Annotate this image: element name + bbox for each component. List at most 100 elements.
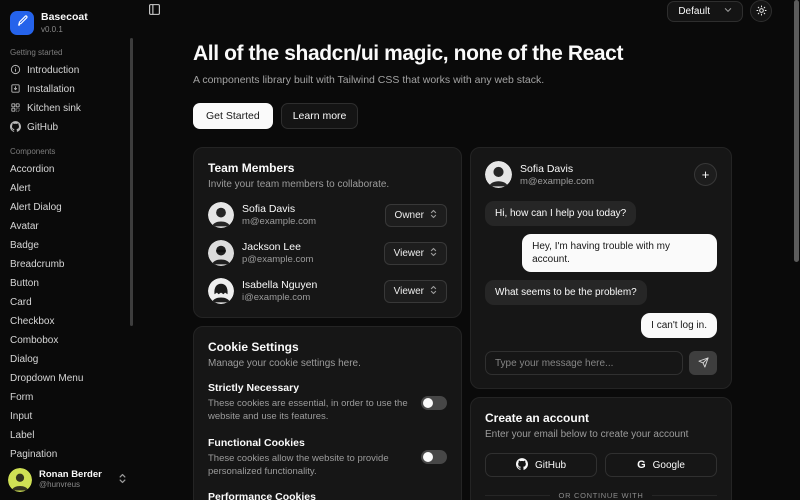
github-signup-button[interactable]: GitHub bbox=[485, 453, 597, 477]
chat-message-agent: What seems to be the problem? bbox=[485, 280, 647, 305]
page-title: All of the shadcn/ui magic, none of the … bbox=[193, 42, 800, 66]
nav-label: Alert bbox=[10, 183, 31, 194]
functional-cookies-switch[interactable] bbox=[421, 450, 447, 464]
member-email: p@example.com bbox=[242, 254, 313, 265]
chat-messages: Hi, how can I help you today? Hey, I'm h… bbox=[485, 201, 717, 338]
sidebar-item-dropdown-menu[interactable]: Dropdown Menu bbox=[0, 369, 135, 388]
page-subtitle: A components library built with Tailwind… bbox=[193, 74, 800, 86]
topbar: Default bbox=[135, 0, 800, 22]
sidebar-item-installation[interactable]: Installation bbox=[0, 80, 135, 99]
role-select[interactable]: Viewer bbox=[384, 242, 447, 265]
main-area: Default All of the shadcn/ui magic, none… bbox=[135, 0, 800, 500]
sidebar-item-card[interactable]: Card bbox=[0, 293, 135, 312]
sidebar-item-accordion[interactable]: Accordion bbox=[0, 160, 135, 179]
member-email: m@example.com bbox=[242, 216, 316, 227]
sidebar-item-avatar[interactable]: Avatar bbox=[0, 217, 135, 236]
sidebar-item-breadcrumb[interactable]: Breadcrumb bbox=[0, 255, 135, 274]
team-member-row: Sofia Davis m@example.com Owner bbox=[208, 202, 447, 228]
nav-label: Badge bbox=[10, 240, 39, 251]
team-members-card: Team Members Invite your team members to… bbox=[193, 147, 462, 318]
chat-user-name: Sofia Davis bbox=[520, 163, 594, 175]
chevrons-up-down-icon bbox=[118, 471, 127, 489]
avatar bbox=[485, 161, 512, 188]
chat-message-input[interactable] bbox=[485, 351, 683, 375]
sidebar-item-label[interactable]: Label bbox=[0, 426, 135, 445]
page-scrollbar[interactable] bbox=[794, 0, 799, 262]
nav-label: Checkbox bbox=[10, 316, 54, 327]
sidebar-item-dialog[interactable]: Dialog bbox=[0, 350, 135, 369]
avatar bbox=[208, 240, 234, 266]
chat-message-agent: Hi, how can I help you today? bbox=[485, 201, 636, 226]
app-version: v0.0.1 bbox=[41, 25, 88, 35]
panel-left-icon bbox=[148, 3, 161, 19]
section-label-getting-started: Getting started bbox=[0, 38, 135, 61]
info-icon bbox=[10, 64, 21, 78]
member-email: i@example.com bbox=[242, 292, 317, 303]
cookie-settings-card: Cookie Settings Manage your cookie setti… bbox=[193, 326, 462, 500]
dark-mode-toggle-button[interactable] bbox=[750, 0, 772, 22]
chevrons-up-down-icon bbox=[430, 247, 437, 260]
chevron-down-icon bbox=[724, 6, 732, 17]
sidebar-item-introduction[interactable]: Introduction bbox=[0, 61, 135, 80]
nav-label: Form bbox=[10, 392, 33, 403]
nav-label: Accordion bbox=[10, 164, 54, 175]
sidebar-user-menu[interactable]: Ronan Berder @hunvreus bbox=[0, 463, 135, 500]
sidebar-scrollbar[interactable] bbox=[130, 38, 133, 326]
sidebar-item-combobox[interactable]: Combobox bbox=[0, 331, 135, 350]
nav-label: Card bbox=[10, 297, 32, 308]
chat-user-email: m@example.com bbox=[520, 176, 594, 187]
card-title: Team Members bbox=[208, 161, 447, 175]
chat-header: Sofia Davis m@example.com + bbox=[485, 161, 717, 188]
sidebar-item-pagination[interactable]: Pagination bbox=[0, 445, 135, 464]
send-icon bbox=[698, 356, 709, 371]
cookie-setting-row: Functional Cookies These cookies allow t… bbox=[208, 437, 447, 479]
brush-icon bbox=[16, 14, 28, 32]
new-chat-button[interactable]: + bbox=[694, 163, 717, 186]
theme-style-select[interactable]: Default bbox=[667, 1, 743, 22]
avatar bbox=[8, 468, 32, 492]
get-started-button[interactable]: Get Started bbox=[193, 103, 273, 129]
sidebar-item-alert[interactable]: Alert bbox=[0, 179, 135, 198]
nav-label: Kitchen sink bbox=[27, 103, 81, 114]
nav-label: Alert Dialog bbox=[10, 202, 62, 213]
section-label-components: Components bbox=[0, 137, 135, 160]
cookie-setting-row: Strictly Necessary These cookies are ess… bbox=[208, 382, 447, 424]
google-signup-button[interactable]: G Google bbox=[605, 453, 717, 477]
sidebar-item-alert-dialog[interactable]: Alert Dialog bbox=[0, 198, 135, 217]
sidebar-item-input[interactable]: Input bbox=[0, 407, 135, 426]
send-message-button[interactable] bbox=[689, 351, 717, 375]
learn-more-button[interactable]: Learn more bbox=[281, 103, 359, 129]
sun-icon bbox=[756, 4, 767, 19]
sidebar-item-kitchen-sink[interactable]: Kitchen sink bbox=[0, 99, 135, 118]
role-select[interactable]: Viewer bbox=[384, 280, 447, 303]
strictly-necessary-switch[interactable] bbox=[421, 396, 447, 410]
card-subtitle: Invite your team members to collaborate. bbox=[208, 179, 447, 190]
avatar bbox=[208, 202, 234, 228]
setting-description: These cookies allow the website to provi… bbox=[208, 452, 411, 479]
user-name: Ronan Berder bbox=[39, 469, 102, 481]
nav-label: Button bbox=[10, 278, 39, 289]
nav-label: Pagination bbox=[10, 449, 57, 460]
sidebar-item-badge[interactable]: Badge bbox=[0, 236, 135, 255]
role-select-value: Viewer bbox=[394, 286, 424, 297]
sidebar-item-github[interactable]: GitHub bbox=[0, 118, 135, 137]
setting-label: Functional Cookies bbox=[208, 437, 411, 449]
role-select-value: Owner bbox=[395, 210, 424, 221]
nav-label: Dropdown Menu bbox=[10, 373, 83, 384]
sidebar-nav: Getting started Introduction Installatio… bbox=[0, 38, 135, 464]
role-select[interactable]: Owner bbox=[385, 204, 447, 227]
card-title: Create an account bbox=[485, 411, 717, 425]
nav-label: Dialog bbox=[10, 354, 38, 365]
user-handle: @hunvreus bbox=[39, 480, 102, 490]
sidebar-item-button[interactable]: Button bbox=[0, 274, 135, 293]
card-subtitle: Enter your email below to create your ac… bbox=[485, 429, 717, 440]
sidebar-logo[interactable]: Basecoat v0.0.1 bbox=[0, 8, 135, 38]
sidebar-item-form[interactable]: Form bbox=[0, 388, 135, 407]
nav-label: Breadcrumb bbox=[10, 259, 64, 270]
member-name: Isabella Nguyen bbox=[242, 279, 317, 291]
nav-label: Input bbox=[10, 411, 32, 422]
sidebar-toggle-button[interactable] bbox=[145, 0, 164, 22]
sidebar-item-checkbox[interactable]: Checkbox bbox=[0, 312, 135, 331]
team-member-row: Isabella Nguyen i@example.com Viewer bbox=[208, 278, 447, 304]
or-continue-divider: OR CONTINUE WITH bbox=[485, 491, 717, 500]
